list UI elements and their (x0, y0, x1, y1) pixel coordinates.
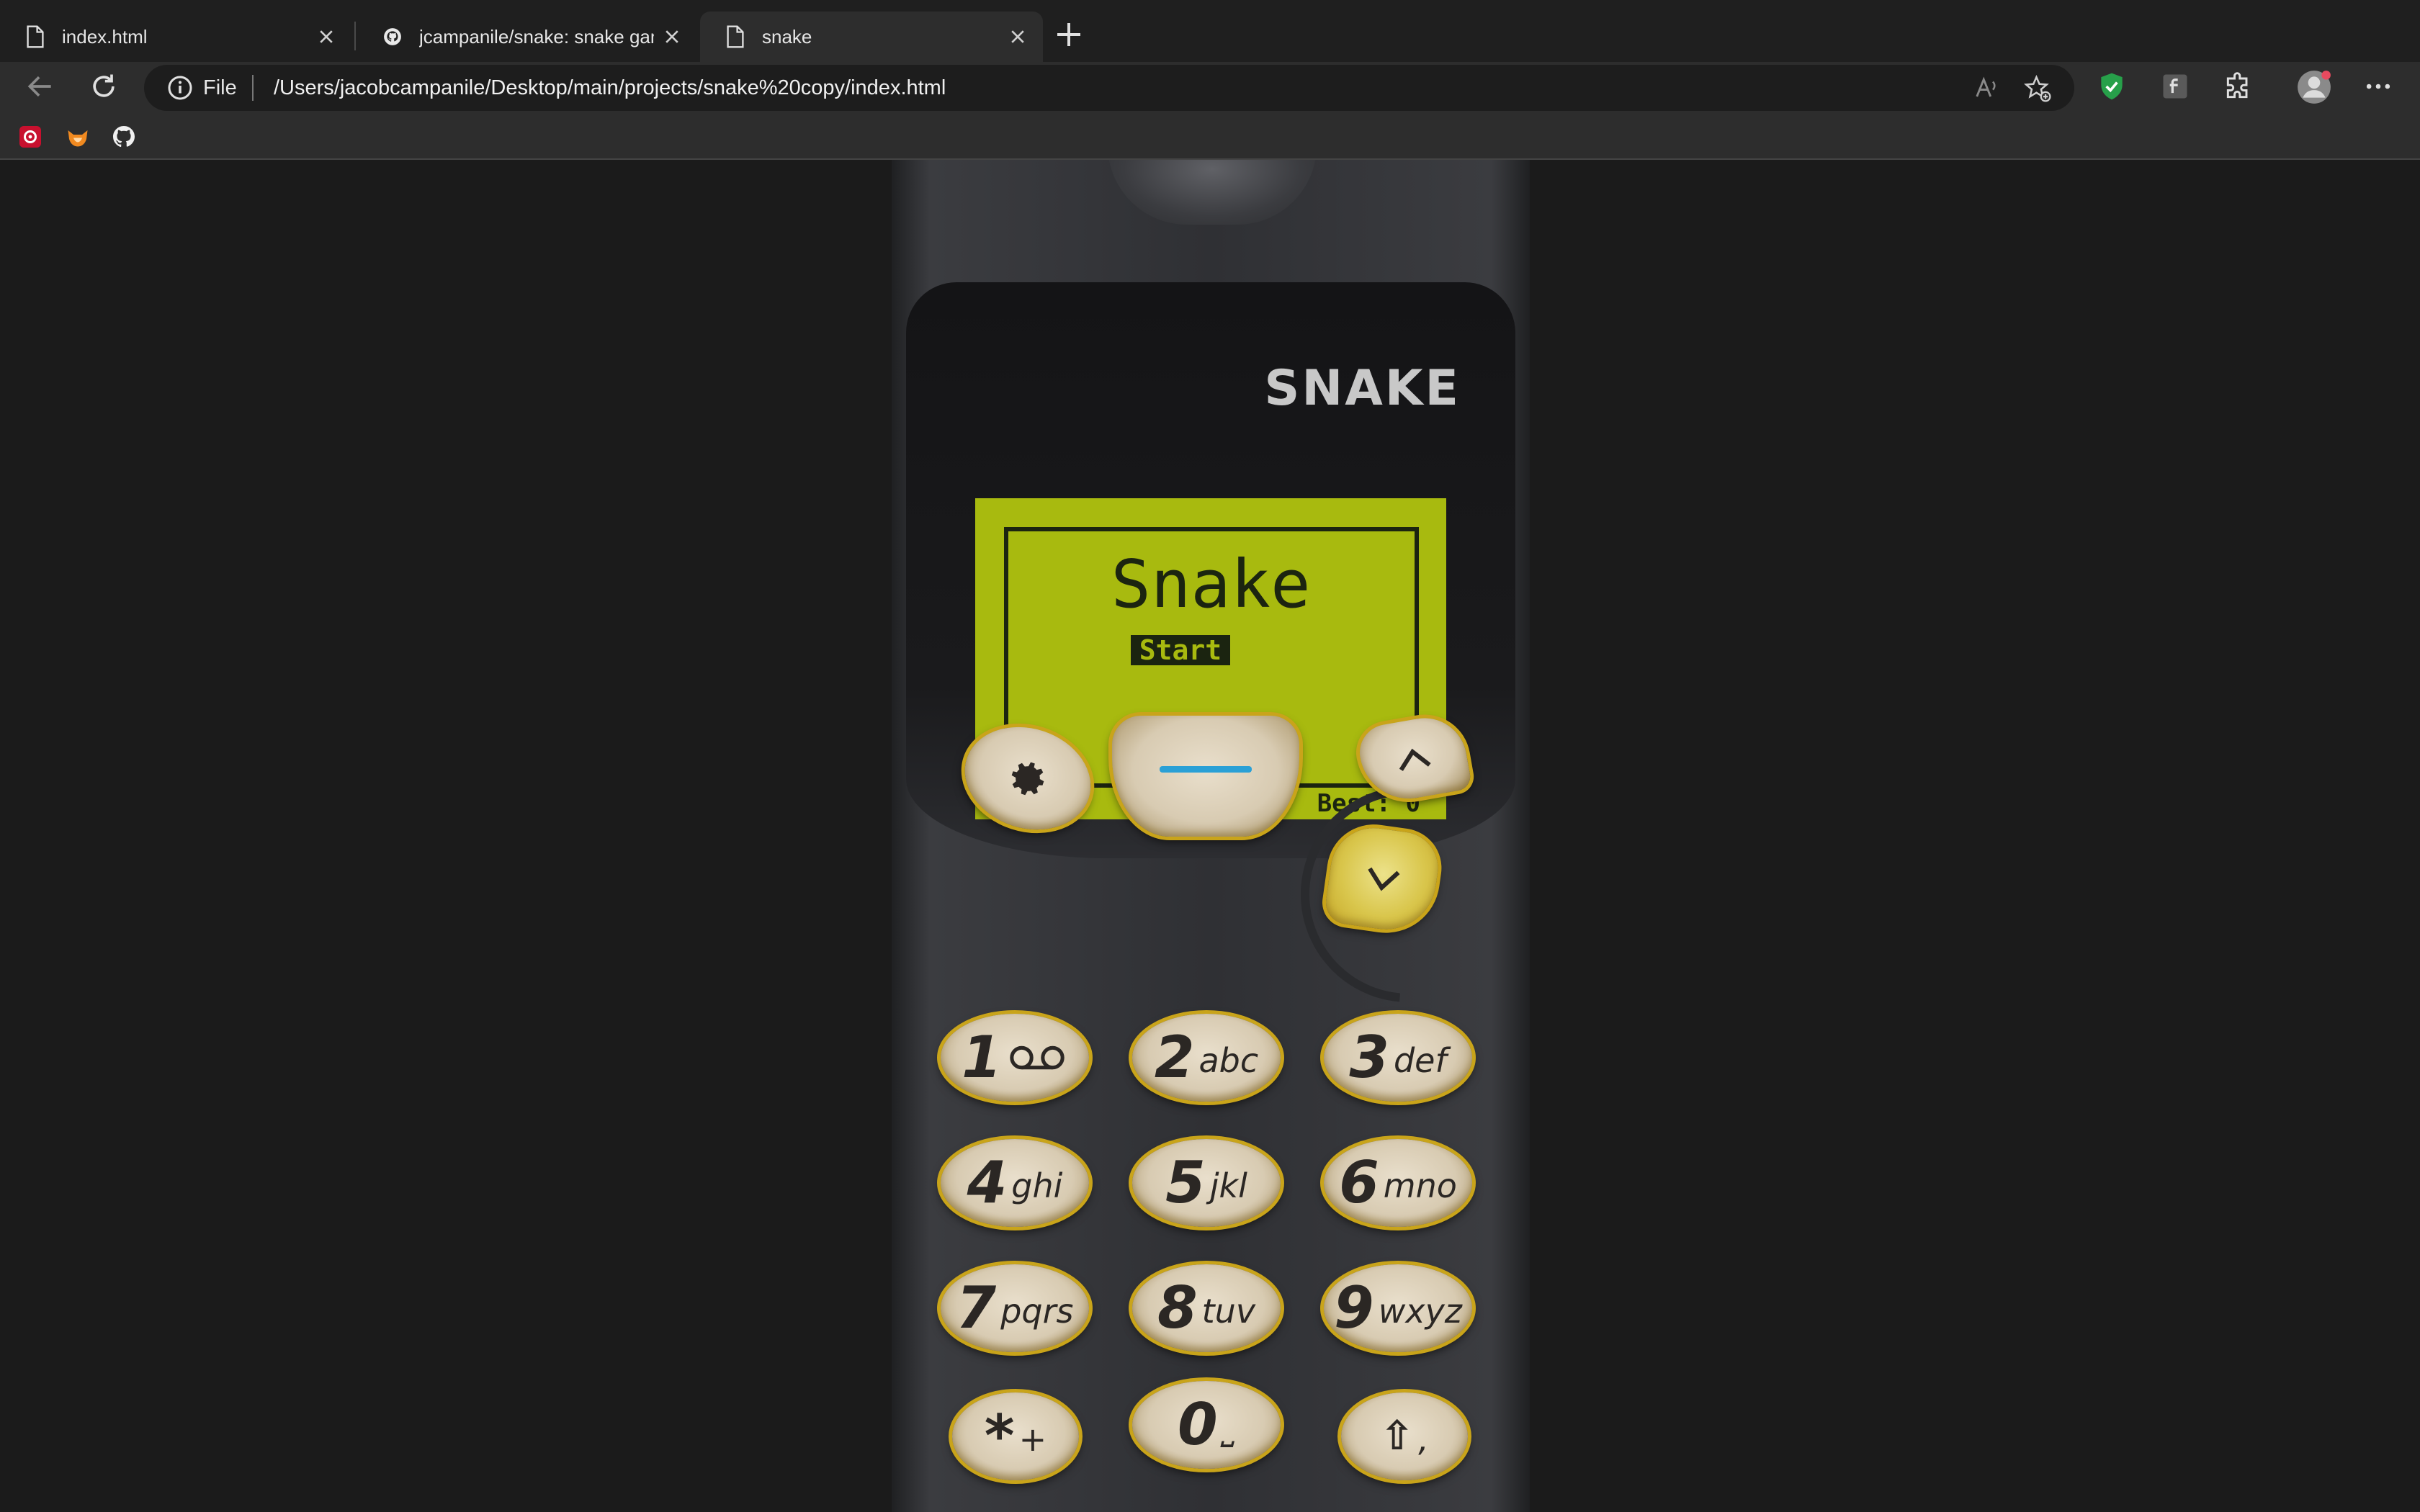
key-digit: 3 (1349, 1024, 1389, 1091)
start-button[interactable]: Start (1131, 635, 1230, 665)
tab-github-snake[interactable]: jcampanile/snake: snake game (357, 12, 697, 62)
browser-toolbar: File /Users/jacobcampanile/Desktop/main/… (0, 62, 2420, 170)
key-letters: mno (1383, 1166, 1457, 1205)
address-divider (252, 75, 254, 101)
key-letters: ghi (1011, 1166, 1063, 1205)
key-5[interactable]: 5 jkl (1132, 1139, 1281, 1227)
key-7[interactable]: 7 pqrs (941, 1264, 1089, 1352)
tab-title: jcampanile/snake: snake game (419, 25, 654, 48)
key-digit: 4 (967, 1149, 1008, 1216)
info-icon[interactable] (167, 75, 193, 101)
profile-avatar-icon[interactable] (2296, 69, 2332, 105)
key-letters: ⎵ (1222, 1408, 1236, 1447)
key-digit: 6 (1339, 1149, 1379, 1216)
key-letters: def (1393, 1041, 1447, 1080)
key-letters: , (1418, 1420, 1429, 1459)
key-hash[interactable]: ⇧ , (1341, 1392, 1468, 1480)
key-digit: 8 (1157, 1274, 1198, 1341)
shield-icon[interactable] (2096, 71, 2128, 102)
reload-icon[interactable] (88, 71, 120, 102)
tab-snake[interactable]: snake (700, 12, 1043, 62)
key-3[interactable]: 3 def (1324, 1014, 1472, 1102)
voicemail-icon (1010, 1045, 1065, 1070)
red-gear-icon[interactable] (17, 124, 43, 150)
close-icon[interactable] (317, 27, 336, 46)
back-arrow-icon[interactable] (24, 71, 56, 102)
key-0[interactable]: 0 ⎵ (1132, 1381, 1281, 1469)
navi-key-line (1160, 765, 1252, 773)
key-2[interactable]: 2 abc (1132, 1014, 1281, 1102)
new-tab-plus-icon[interactable] (1054, 20, 1083, 49)
gear-icon (1011, 762, 1044, 796)
key-letters: abc (1198, 1041, 1259, 1080)
key-9[interactable]: 9 wxyz (1324, 1264, 1472, 1352)
url-scheme-label: File (203, 76, 237, 99)
phone-antenna (1108, 160, 1317, 225)
tab-index-html[interactable]: index.html (0, 12, 351, 62)
key-digit: 1 (962, 1024, 1002, 1091)
key-digit: 0 (1177, 1391, 1218, 1458)
key-digit: ⇧ (1380, 1413, 1415, 1459)
phone-body: SNAKE Snake Start 0 Best: 0 (892, 160, 1561, 1512)
key-8[interactable]: 8 tuv (1132, 1264, 1281, 1352)
key-digit: 5 (1165, 1149, 1206, 1216)
url-text[interactable]: /Users/jacobcampanile/Desktop/main/proje… (274, 76, 946, 100)
extension-f-icon[interactable] (2159, 71, 2191, 102)
game-title: Snake (1111, 546, 1311, 623)
address-bar[interactable]: File /Users/jacobcampanile/Desktop/main/… (144, 65, 2074, 111)
close-icon[interactable] (663, 27, 681, 46)
key-letters: + (1018, 1420, 1047, 1459)
chevron-up-icon (1399, 748, 1431, 771)
browser-window: index.html jcampanile/snake: snake game … (0, 0, 2420, 1512)
key-letters: wxyz (1378, 1292, 1462, 1331)
bookmarks-bar (0, 114, 2420, 164)
more-menu-icon[interactable] (2362, 71, 2394, 102)
tab-title: snake (762, 25, 812, 48)
page-viewport: SNAKE Snake Start 0 Best: 0 (0, 160, 2420, 1512)
key-digit: 9 (1334, 1274, 1374, 1341)
key-digit: * (984, 1403, 1015, 1470)
key-letters: jkl (1209, 1166, 1247, 1205)
add-favorite-icon[interactable] (2024, 75, 2051, 102)
key-letters: pqrs (1000, 1292, 1074, 1331)
read-aloud-icon[interactable] (1973, 75, 2001, 102)
key-1[interactable]: 1 (941, 1014, 1089, 1102)
key-6[interactable]: 6 mno (1324, 1139, 1472, 1227)
github-icon[interactable] (111, 124, 137, 150)
file-icon (727, 25, 744, 48)
fox-icon[interactable] (65, 124, 91, 150)
key-4[interactable]: 4 ghi (941, 1139, 1089, 1227)
tab-separator (354, 22, 356, 50)
key-digit: 7 (956, 1274, 997, 1341)
tab-title: index.html (62, 25, 148, 48)
file-icon (27, 25, 44, 48)
key-digit: 2 (1154, 1024, 1195, 1091)
key-letters: tuv (1201, 1292, 1256, 1331)
navi-key[interactable] (1112, 716, 1299, 837)
close-icon[interactable] (1008, 27, 1027, 46)
key-star[interactable]: * + (952, 1392, 1079, 1480)
extensions-puzzle-icon[interactable] (2223, 71, 2254, 102)
chevron-down-icon (1368, 867, 1400, 891)
phone-brand-label: SNAKE (1264, 360, 1461, 417)
github-icon (384, 28, 401, 45)
tab-strip: index.html jcampanile/snake: snake game … (0, 0, 2420, 62)
